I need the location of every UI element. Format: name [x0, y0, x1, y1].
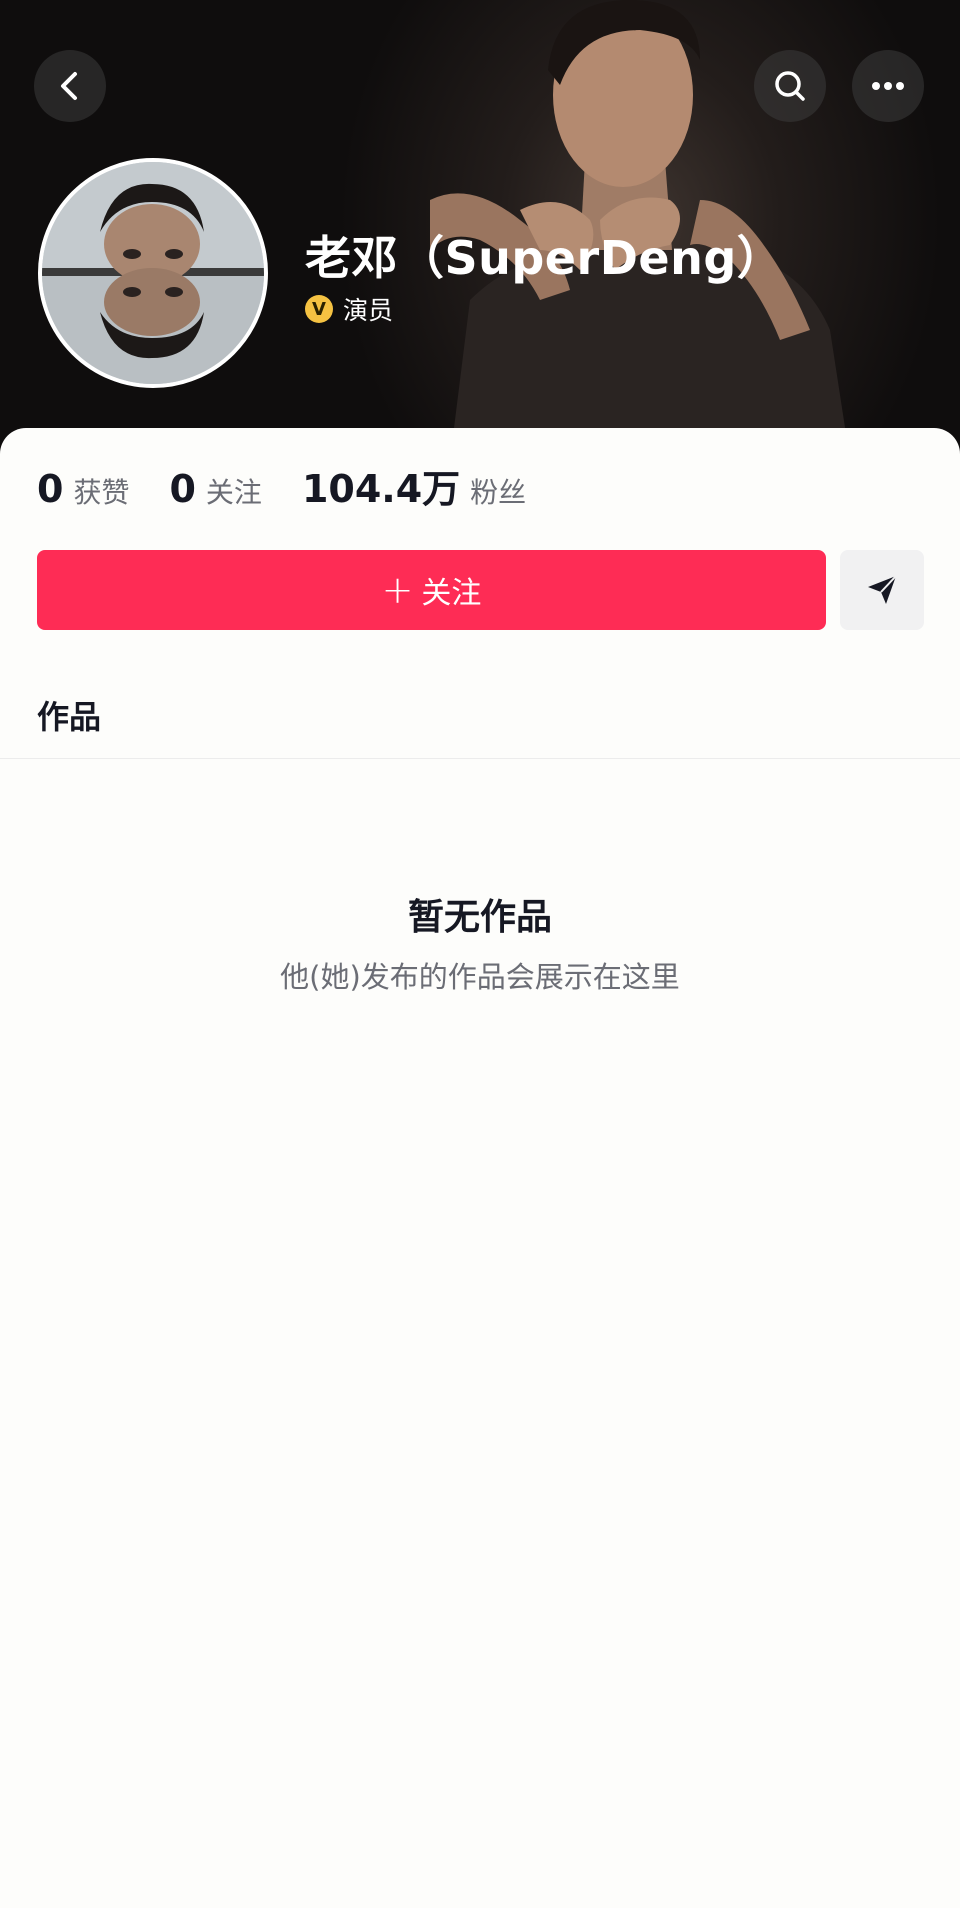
profile-banner: 老邓（SuperDeng） V 演员	[0, 0, 960, 460]
stat-likes-label: 获赞	[73, 476, 130, 509]
back-button[interactable]	[34, 50, 106, 122]
empty-state-title: 暂无作品	[407, 897, 552, 938]
avatar-photo	[42, 162, 264, 384]
v-badge-icon: V	[305, 295, 333, 323]
profile-content-card: 0 获赞 0 关注 104.4万 粉丝 + 关注 作品 暂无作品 他(她)发布的…	[0, 428, 960, 1908]
stat-followers-value: 104.4万	[301, 467, 461, 511]
stat-following-value: 0	[169, 467, 196, 511]
verification-badge: V 演员	[305, 291, 393, 327]
more-options-button[interactable]	[852, 50, 924, 122]
more-dots-icon	[872, 82, 904, 90]
share-button[interactable]	[840, 550, 924, 630]
stat-likes-value: 0	[37, 467, 64, 511]
stat-likes[interactable]: 0 获赞	[37, 467, 129, 511]
tab-works[interactable]: 作品	[37, 692, 101, 738]
profile-stats: 0 获赞 0 关注 104.4万 粉丝	[37, 458, 566, 513]
avatar[interactable]	[38, 158, 268, 388]
profile-name: 老邓（SuperDeng）	[305, 231, 784, 285]
stat-following[interactable]: 0 关注	[169, 467, 261, 511]
follow-button[interactable]: + 关注	[37, 550, 826, 630]
send-arrow-icon	[868, 575, 897, 604]
follow-button-label: 关注	[421, 576, 482, 611]
divider	[0, 758, 960, 759]
verification-label: 演员	[343, 296, 394, 325]
plus-icon: +	[381, 568, 414, 612]
stat-following-label: 关注	[205, 476, 262, 509]
stat-followers-label: 粉丝	[470, 476, 527, 509]
back-chevron-icon	[61, 72, 77, 100]
empty-state-description: 他(她)发布的作品会展示在这里	[280, 960, 680, 994]
stat-followers[interactable]: 104.4万 粉丝	[302, 458, 526, 513]
search-button[interactable]	[754, 50, 826, 122]
search-icon	[775, 71, 805, 101]
